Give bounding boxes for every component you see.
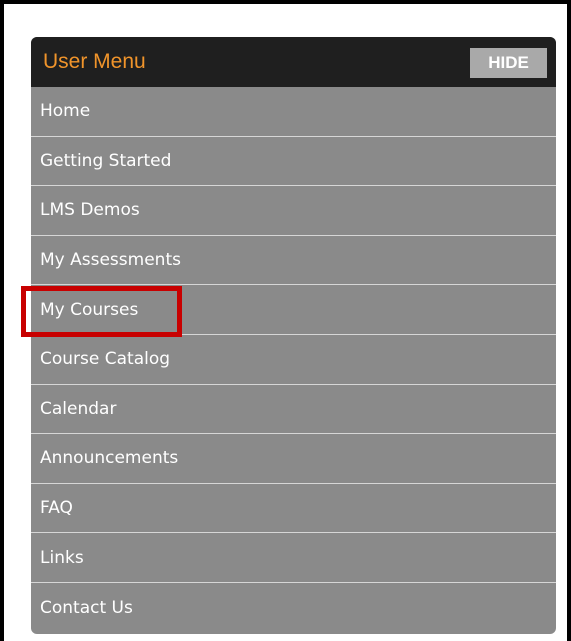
menu-item-my-assessments[interactable]: My Assessments	[31, 236, 556, 286]
menu-item-contact-us[interactable]: Contact Us	[31, 583, 556, 633]
menu-item-lms-demos[interactable]: LMS Demos	[31, 186, 556, 236]
user-menu-header: User Menu HIDE	[31, 37, 556, 87]
user-menu-title: User Menu	[43, 50, 146, 73]
hide-button[interactable]: HIDE	[470, 47, 547, 78]
menu-item-home[interactable]: Home	[31, 87, 556, 137]
menu-item-calendar[interactable]: Calendar	[31, 385, 556, 435]
user-menu-list: Home Getting Started LMS Demos My Assess…	[31, 87, 556, 633]
user-menu-panel: User Menu HIDE Home Getting Started LMS …	[31, 37, 556, 634]
screenshot-frame: User Menu HIDE Home Getting Started LMS …	[0, 0, 571, 641]
menu-item-my-courses[interactable]: My Courses	[31, 285, 556, 335]
menu-item-links[interactable]: Links	[31, 533, 556, 583]
menu-item-course-catalog[interactable]: Course Catalog	[31, 335, 556, 385]
menu-item-announcements[interactable]: Announcements	[31, 434, 556, 484]
menu-item-faq[interactable]: FAQ	[31, 484, 556, 534]
menu-item-getting-started[interactable]: Getting Started	[31, 137, 556, 187]
